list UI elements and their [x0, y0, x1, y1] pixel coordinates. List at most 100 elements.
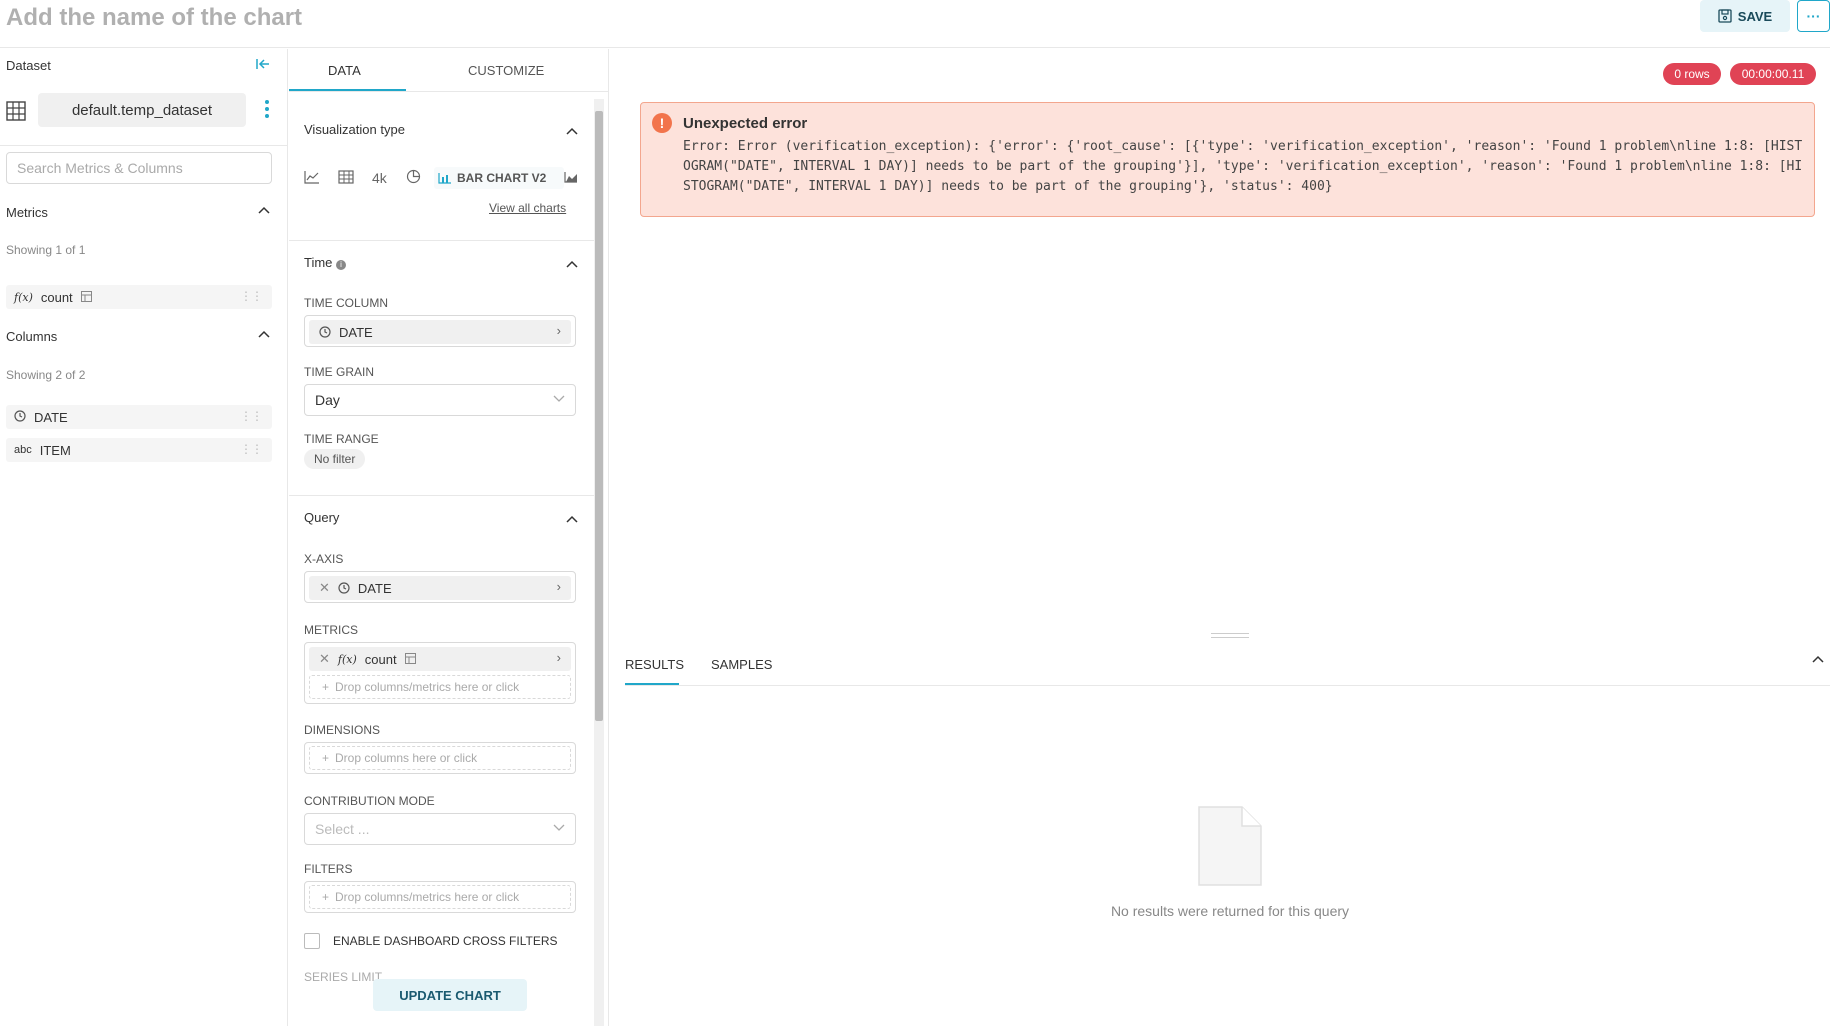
time-grain-value: Day — [315, 392, 340, 408]
error-title: Unexpected error — [683, 115, 808, 132]
chevron-up-icon[interactable] — [258, 203, 270, 217]
more-actions-button[interactable]: ··· — [1797, 0, 1830, 32]
time-column-pill[interactable]: DATE › — [309, 320, 571, 344]
dimensions-label: DIMENSIONS — [304, 723, 381, 737]
chevron-up-icon[interactable] — [1812, 651, 1824, 666]
time-column-field[interactable]: DATE › — [304, 315, 576, 347]
contribution-mode-select[interactable]: Select ... — [304, 813, 576, 845]
pie-chart-icon[interactable] — [406, 169, 434, 187]
active-tab-indicator — [289, 89, 406, 91]
filters-drop-zone[interactable]: + Drop columns/metrics here or click — [309, 885, 571, 909]
metric-name: count — [40, 289, 73, 305]
viz-type-icons: 4k BAR CHART V2 — [304, 164, 584, 192]
contribution-mode-label: CONTRIBUTION MODE — [304, 794, 435, 808]
sql-icon — [404, 652, 416, 667]
dimensions-drop-zone[interactable]: + Drop columns here or click — [309, 746, 571, 770]
tab-customize[interactable]: CUSTOMIZE — [468, 63, 544, 78]
chevron-right-icon: › — [556, 323, 561, 338]
drag-handle-icon[interactable]: ⋮⋮ — [240, 409, 263, 423]
row-count-badge: 0 rows — [1663, 63, 1721, 85]
clock-icon — [14, 409, 26, 425]
table-icon[interactable] — [338, 169, 372, 187]
dataset-name[interactable]: default.temp_dataset — [38, 93, 246, 127]
column-item-date[interactable]: DATE ⋮⋮ — [6, 405, 272, 429]
drag-handle-icon[interactable]: ⋮⋮ — [240, 442, 263, 456]
chevron-up-icon[interactable] — [566, 124, 578, 138]
cross-filters-label: ENABLE DASHBOARD CROSS FILTERS — [333, 934, 558, 948]
area-chart-icon[interactable] — [564, 171, 580, 186]
dimensions-field[interactable]: + Drop columns here or click — [304, 742, 576, 774]
line-chart-icon[interactable] — [304, 170, 338, 187]
divider — [289, 240, 594, 241]
contribution-mode-placeholder: Select ... — [315, 821, 370, 837]
x-axis-pill[interactable]: ✕ DATE › — [309, 576, 571, 600]
scrollbar-thumb[interactable] — [595, 111, 603, 721]
chart-title-input[interactable]: Add the name of the chart — [6, 4, 302, 32]
chevron-down-icon — [553, 821, 565, 835]
tab-results[interactable]: RESULTS — [625, 657, 684, 672]
metric-pill-count[interactable]: ✕ f(x) count › — [309, 647, 571, 671]
metrics-label: METRICS — [304, 623, 358, 637]
query-time-badge: 00:00:00.11 — [1730, 63, 1816, 85]
collapse-panel-icon[interactable] — [256, 57, 270, 73]
plus-icon: + — [322, 890, 330, 904]
metric-item-count[interactable]: f(x) count ⋮⋮ — [6, 285, 272, 309]
chevron-right-icon: › — [556, 650, 561, 665]
chevron-down-icon — [553, 392, 565, 406]
info-icon: i — [336, 260, 347, 270]
tab-data[interactable]: DATA — [328, 63, 361, 78]
controls-tabs: DATA CUSTOMIZE — [289, 49, 608, 92]
sql-icon — [80, 290, 92, 305]
filters-field[interactable]: + Drop columns/metrics here or click — [304, 881, 576, 913]
search-metrics-columns-input[interactable]: Search Metrics & Columns — [6, 152, 272, 184]
big-number-icon[interactable]: 4k — [372, 170, 406, 186]
panel-resize-handle[interactable] — [1211, 633, 1249, 638]
column-name: ITEM — [39, 442, 71, 458]
series-limit-label: SERIES LIMIT — [304, 970, 383, 984]
metric-value: count — [364, 651, 397, 667]
error-alert: ! Unexpected error Error: Error (verific… — [640, 102, 1815, 217]
columns-count: Showing 2 of 2 — [6, 368, 86, 382]
time-column-label: TIME COLUMN — [304, 296, 388, 310]
function-icon: f(x) — [337, 652, 357, 666]
time-grain-label: TIME GRAIN — [304, 365, 375, 379]
drag-handle-icon[interactable]: ⋮⋮ — [240, 289, 263, 303]
chevron-up-icon[interactable] — [566, 512, 578, 526]
metrics-section-title: Metrics — [6, 205, 48, 220]
metrics-field[interactable]: ✕ f(x) count › + Drop columns/metrics he… — [304, 642, 576, 704]
dataset-panel: Dataset default.temp_dataset Search Metr… — [0, 49, 288, 1026]
bar-chart-v2-selected[interactable]: BAR CHART V2 — [434, 167, 564, 189]
dataset-menu-icon[interactable] — [264, 99, 270, 119]
bar-chart-icon — [438, 173, 451, 184]
time-grain-select[interactable]: Day — [304, 384, 576, 416]
metrics-drop-zone[interactable]: + Drop columns/metrics here or click — [309, 675, 571, 699]
save-button[interactable]: SAVE — [1700, 0, 1790, 32]
save-label: SAVE — [1737, 8, 1773, 24]
update-chart-button[interactable]: UPDATE CHART — [373, 979, 527, 1011]
column-name: DATE — [34, 409, 68, 425]
chevron-right-icon: › — [556, 579, 561, 594]
time-column-value: DATE — [339, 324, 373, 340]
remove-icon[interactable]: ✕ — [319, 580, 330, 596]
viz-type-selected-label: BAR CHART V2 — [457, 171, 547, 185]
cross-filters-checkbox[interactable] — [304, 933, 320, 949]
chevron-up-icon[interactable] — [566, 257, 578, 271]
column-item-item[interactable]: abc ITEM ⋮⋮ — [6, 438, 272, 462]
filters-label: FILTERS — [304, 862, 353, 876]
columns-section-title: Columns — [6, 329, 58, 344]
controls-panel: DATA CUSTOMIZE Visualization type 4k BAR… — [289, 49, 609, 1026]
time-range-value[interactable]: No filter — [304, 449, 366, 469]
exclamation-icon: ! — [652, 113, 672, 133]
results-tabs: RESULTS SAMPLES — [625, 648, 1830, 686]
empty-file-icon — [1198, 806, 1262, 891]
view-all-charts-link[interactable]: View all charts — [489, 201, 566, 215]
top-bar: Add the name of the chart SAVE ··· — [0, 0, 1830, 48]
clock-icon — [319, 326, 331, 338]
x-axis-field[interactable]: ✕ DATE › — [304, 571, 576, 603]
chevron-up-icon[interactable] — [258, 327, 270, 341]
tab-samples[interactable]: SAMPLES — [711, 657, 772, 672]
divider — [289, 495, 594, 496]
remove-icon[interactable]: ✕ — [319, 651, 330, 667]
filters-drop-text: Drop columns/metrics here or click — [335, 890, 520, 904]
metrics-drop-text: Drop columns/metrics here or click — [335, 680, 520, 694]
